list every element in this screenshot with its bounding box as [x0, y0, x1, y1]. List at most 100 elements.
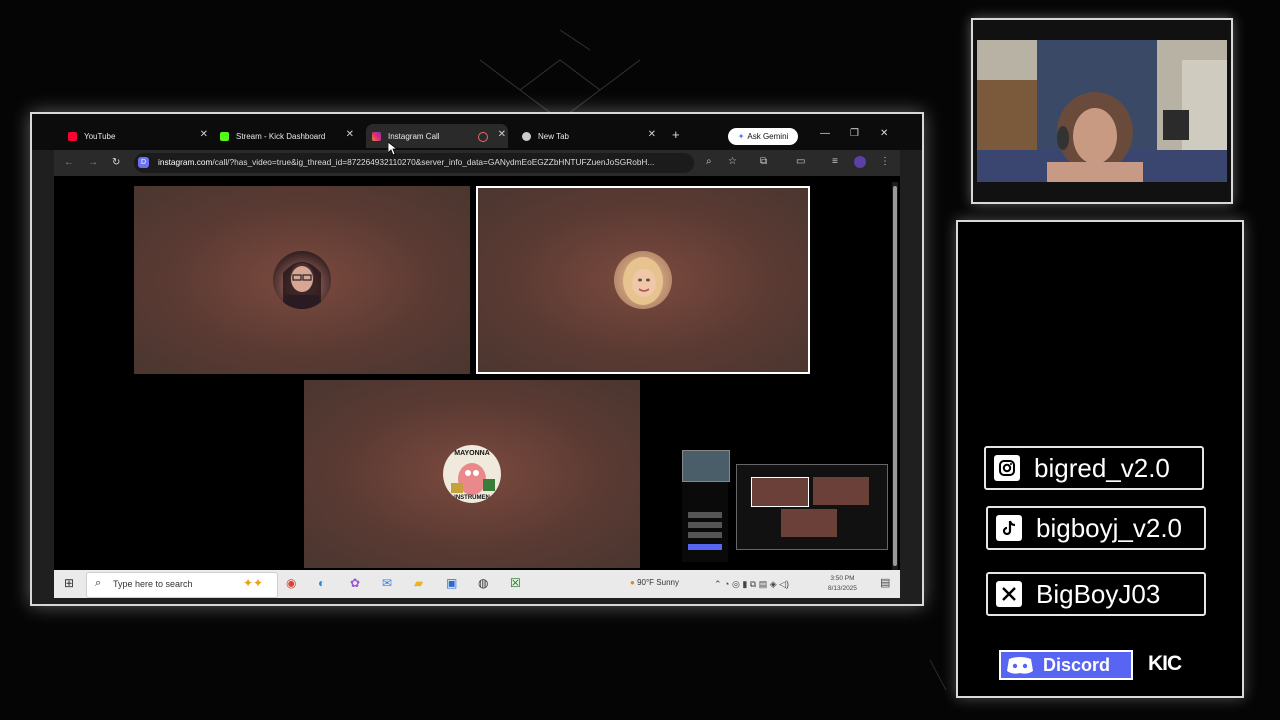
- cast-icon[interactable]: ▭: [796, 156, 805, 168]
- instagram-icon: [372, 131, 381, 141]
- preview-line: [688, 544, 722, 550]
- new-tab-button[interactable]: +: [672, 128, 680, 142]
- minimize-icon[interactable]: —: [820, 128, 830, 140]
- discord-icon: [1007, 657, 1033, 674]
- xbox-taskbar-icon[interactable]: ☒: [510, 576, 521, 590]
- tray-icons[interactable]: ⌃ ◔ ◎ ▮ ⧉ ▤ ◈ ◁): [714, 577, 789, 591]
- social-tiktok: bigboyj_v2.0: [986, 506, 1206, 550]
- scrollbar[interactable]: [892, 182, 898, 572]
- preview-line: [688, 532, 722, 538]
- tiktok-handle: bigboyj_v2.0: [1036, 512, 1182, 543]
- tab-label: YouTube: [84, 131, 116, 141]
- youtube-icon: [68, 131, 77, 141]
- mail-taskbar-icon[interactable]: ✉: [382, 576, 392, 590]
- tab-label: Instagram Call: [388, 131, 440, 141]
- participant-tile[interactable]: MAYONNA INSTRUMEN: [304, 380, 640, 568]
- discord-badge: Discord: [999, 650, 1133, 680]
- zoom-icon[interactable]: ⌕: [706, 156, 712, 168]
- address-bar: ← → ↻ D instagram.com/call/?has_video=tr…: [54, 150, 900, 176]
- search-icon: ⌕: [95, 577, 102, 589]
- weather-text: 90°F Sunny: [637, 578, 679, 587]
- url-text: instagram.com/call/?has_video=true&ig_th…: [158, 157, 655, 167]
- gemini-label: Ask Gemini: [747, 132, 789, 141]
- avatar: MAYONNA INSTRUMEN: [443, 445, 501, 503]
- taskbar-search-input[interactable]: ⌕ Type here to search ✦✦: [86, 572, 278, 598]
- restore-icon[interactable]: ❐: [850, 128, 859, 140]
- participant-tile-selected[interactable]: [476, 186, 810, 374]
- sparkle-icon: ✦: [737, 132, 745, 141]
- recording-icon: [478, 132, 488, 142]
- call-area: MAYONNA INSTRUMEN: [54, 176, 900, 570]
- social-x: BigBoyJ03: [986, 572, 1206, 616]
- extensions-icon[interactable]: ⧉: [760, 156, 767, 168]
- avatar-bottom-text: INSTRUMEN: [454, 495, 490, 501]
- reload-icon[interactable]: ↻: [112, 157, 120, 169]
- search-placeholder: Type here to search: [113, 579, 193, 589]
- clock-date: 8/13/2025: [828, 585, 857, 592]
- self-view-thumbnail[interactable]: [682, 450, 730, 482]
- participant-tile[interactable]: [134, 186, 470, 374]
- bookmark-star-icon[interactable]: ☆: [728, 156, 737, 168]
- tab-kick-dashboard[interactable]: Stream - Kick Dashboard ✕: [220, 124, 354, 148]
- chrome-taskbar-icon[interactable]: ◉: [286, 576, 296, 590]
- avatar: [273, 251, 331, 309]
- sun-icon: ●: [630, 578, 635, 587]
- taskbar-clock[interactable]: 3:50 PM 8/13/2025: [828, 574, 857, 594]
- webcam-feed: [977, 40, 1227, 182]
- x-icon: [996, 581, 1022, 607]
- copilot-taskbar-icon[interactable]: ✿: [350, 576, 360, 590]
- obs-taskbar-icon[interactable]: ◍: [478, 576, 488, 590]
- close-icon[interactable]: ✕: [648, 130, 656, 140]
- chat-preview: [682, 482, 728, 562]
- social-instagram: bigred_v2.0: [984, 446, 1204, 490]
- close-icon[interactable]: ✕: [346, 130, 354, 140]
- tab-youtube[interactable]: YouTube ✕: [68, 124, 208, 148]
- back-icon[interactable]: ←: [64, 157, 74, 169]
- tiktok-icon: [996, 515, 1022, 541]
- ask-gemini-button[interactable]: ✦ Ask Gemini: [728, 128, 798, 145]
- preview-line: [688, 522, 722, 528]
- webcam-frame: [971, 18, 1233, 204]
- file-explorer-icon[interactable]: ▰: [414, 576, 423, 590]
- edge-taskbar-icon[interactable]: ◐: [318, 576, 325, 590]
- store-taskbar-icon[interactable]: ▣: [446, 576, 457, 590]
- kick-logo-text: KIC: [1148, 652, 1182, 675]
- weather-widget[interactable]: ● 90°F Sunny: [630, 578, 679, 587]
- site-info-icon[interactable]: D: [138, 157, 149, 168]
- avatar: [614, 251, 672, 309]
- mayonnaise-instrument-avatar: MAYONNA INSTRUMEN: [443, 445, 501, 503]
- forward-icon[interactable]: →: [88, 157, 98, 169]
- chrome-icon: [522, 131, 531, 141]
- avatar-top-text: MAYONNA: [454, 450, 490, 457]
- tab-label: New Tab: [538, 131, 569, 141]
- instagram-handle: bigred_v2.0: [1034, 452, 1170, 483]
- profile-icon[interactable]: [854, 156, 866, 168]
- blonde-woman-avatar: [623, 257, 663, 305]
- preview-tile: [781, 509, 837, 537]
- close-icon[interactable]: ✕: [200, 130, 208, 140]
- url-input[interactable]: D instagram.com/call/?has_video=true&ig_…: [134, 153, 694, 173]
- notification-icon[interactable]: ▤: [880, 576, 890, 590]
- cursor-icon: [388, 142, 398, 156]
- preview-tile: [751, 477, 809, 507]
- x-handle: BigBoyJ03: [1036, 578, 1161, 609]
- discord-label: Discord: [1043, 654, 1111, 675]
- windows-start-icon[interactable]: ⊞: [64, 576, 74, 590]
- tab-new-tab[interactable]: New Tab ✕: [522, 124, 656, 148]
- menu-icon[interactable]: ⋮: [880, 156, 890, 168]
- close-icon[interactable]: ✕: [498, 130, 506, 140]
- instagram-icon: [994, 455, 1020, 481]
- glasses-woman-avatar: [283, 262, 321, 309]
- windows-taskbar: ⊞ ⌕ Type here to search ✦✦ ◉ ◐ ✿ ✉ ▰ ▣ ◍…: [54, 570, 900, 598]
- clock-time: 3:50 PM: [830, 575, 855, 582]
- tab-label: Stream - Kick Dashboard: [236, 131, 326, 141]
- preview-tile: [813, 477, 869, 505]
- sparkle-icon: ✦✦: [243, 576, 264, 590]
- scrollbar-thumb[interactable]: [893, 186, 897, 566]
- tab-bar: YouTube ✕ Stream - Kick Dashboard ✕ Inst…: [32, 114, 922, 150]
- screen-share-preview[interactable]: [736, 464, 888, 550]
- webcam-scene: [977, 40, 1227, 182]
- media-icon[interactable]: ≡: [832, 156, 838, 168]
- close-window-icon[interactable]: ✕: [880, 128, 888, 140]
- preview-line: [688, 512, 722, 518]
